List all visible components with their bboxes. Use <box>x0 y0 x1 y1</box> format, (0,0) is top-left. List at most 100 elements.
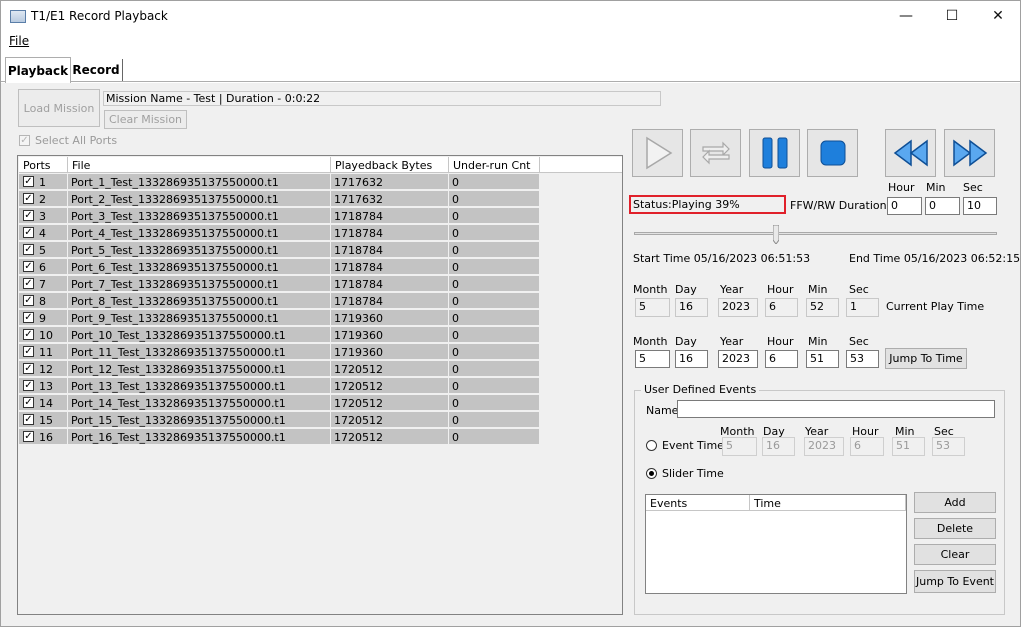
jump-sec-input[interactable]: 53 <box>846 350 879 368</box>
port-checkbox[interactable]: ✓ <box>23 261 34 272</box>
tab-record[interactable]: Record <box>70 59 123 81</box>
jump-hour-input[interactable]: 6 <box>765 350 798 368</box>
events-list[interactable]: Events Time <box>645 494 907 594</box>
port-number: 4 <box>39 227 46 240</box>
file-cell: Port_5_Test_133286935137550000.t1 <box>68 242 331 258</box>
bytes-cell: 1720512 <box>331 429 449 445</box>
table-row[interactable]: ✓ 13 Port_13_Test_133286935137550000.t1 172… <box>19 378 540 395</box>
event-time-radio[interactable] <box>646 440 657 451</box>
port-checkbox[interactable]: ✓ <box>23 244 34 255</box>
port-checkbox[interactable]: ✓ <box>23 193 34 204</box>
playback-slider-thumb[interactable] <box>772 224 780 245</box>
jump-month-input[interactable]: 5 <box>635 350 670 368</box>
jump-to-event-button[interactable]: Jump To Event <box>914 570 996 593</box>
rewind-button[interactable] <box>885 129 936 177</box>
table-row[interactable]: ✓ 6 Port_6_Test_133286935137550000.t1 17187… <box>19 259 540 276</box>
underrun-cell: 0 <box>449 191 540 207</box>
port-number: 12 <box>39 363 53 376</box>
table-row[interactable]: ✓ 10 Port_10_Test_133286935137550000.t1 171… <box>19 327 540 344</box>
column-header-file[interactable]: File <box>68 157 331 173</box>
ffw-min-input[interactable]: 0 <box>925 197 960 215</box>
jump-year-input[interactable]: 2023 <box>718 350 758 368</box>
port-cell: ✓ 15 <box>19 412 68 428</box>
table-row[interactable]: ✓ 12 Port_12_Test_133286935137550000.t1 172… <box>19 361 540 378</box>
ffw-sec-input[interactable]: 10 <box>963 197 997 215</box>
table-row[interactable]: ✓ 1 Port_1_Test_133286935137550000.t1 17176… <box>19 174 540 191</box>
fast-forward-button[interactable] <box>944 129 995 177</box>
clear-events-button[interactable]: Clear <box>914 544 996 565</box>
bytes-cell: 1720512 <box>331 361 449 377</box>
mission-info: Mission Name - Test | Duration - 0:0:22 <box>103 91 661 106</box>
close-button[interactable]: ✕ <box>975 1 1021 31</box>
file-cell: Port_11_Test_133286935137550000.t1 <box>68 344 331 360</box>
jump-min-input[interactable]: 51 <box>806 350 839 368</box>
stop-icon <box>820 140 845 166</box>
playback-slider-track[interactable] <box>634 232 997 235</box>
event-name-input[interactable] <box>677 400 995 418</box>
port-checkbox[interactable]: ✓ <box>23 176 34 187</box>
loop-button[interactable] <box>690 129 741 177</box>
jump-day-input[interactable]: 16 <box>675 350 708 368</box>
loop-icon <box>701 141 730 165</box>
table-row[interactable]: ✓ 14 Port_14_Test_133286935137550000.t1 172… <box>19 395 540 412</box>
port-checkbox[interactable]: ✓ <box>23 346 34 357</box>
events-column-header[interactable]: Events <box>646 495 750 511</box>
port-checkbox[interactable]: ✓ <box>23 227 34 238</box>
table-row[interactable]: ✓ 15 Port_15_Test_133286935137550000.t1 172… <box>19 412 540 429</box>
port-checkbox[interactable]: ✓ <box>23 380 34 391</box>
port-cell: ✓ 3 <box>19 208 68 224</box>
port-cell: ✓ 16 <box>19 429 68 445</box>
ffw-min-header: Min <box>926 181 946 194</box>
table-row[interactable]: ✓ 8 Port_8_Test_133286935137550000.t1 17187… <box>19 293 540 310</box>
port-checkbox[interactable]: ✓ <box>23 397 34 408</box>
port-cell: ✓ 5 <box>19 242 68 258</box>
port-number: 16 <box>39 431 53 444</box>
port-checkbox[interactable]: ✓ <box>23 414 34 425</box>
table-row[interactable]: ✓ 7 Port_7_Test_133286935137550000.t1 17187… <box>19 276 540 293</box>
file-cell: Port_12_Test_133286935137550000.t1 <box>68 361 331 377</box>
clear-mission-button[interactable]: Clear Mission <box>104 110 187 129</box>
port-checkbox[interactable]: ✓ <box>23 431 34 442</box>
ffw-hour-input[interactable]: 0 <box>887 197 922 215</box>
port-checkbox[interactable]: ✓ <box>23 329 34 340</box>
table-row[interactable]: ✓ 2 Port_2_Test_133286935137550000.t1 17176… <box>19 191 540 208</box>
port-checkbox[interactable]: ✓ <box>23 278 34 289</box>
table-row[interactable]: ✓ 9 Port_9_Test_133286935137550000.t1 17193… <box>19 310 540 327</box>
bytes-cell: 1719360 <box>331 327 449 343</box>
ev-min-input[interactable]: 51 <box>892 437 925 456</box>
delete-event-button[interactable]: Delete <box>914 518 996 539</box>
menu-file[interactable]: File <box>9 34 29 48</box>
time-column-header[interactable]: Time <box>750 495 906 511</box>
add-event-button[interactable]: Add <box>914 492 996 513</box>
slider-time-radio[interactable] <box>646 468 657 479</box>
column-header-playedback-bytes[interactable]: Playedback Bytes <box>331 157 449 173</box>
play-icon <box>645 136 672 170</box>
jump-month-header: Month <box>633 335 668 348</box>
table-row[interactable]: ✓ 16 Port_16_Test_133286935137550000.t1 172… <box>19 429 540 446</box>
table-row[interactable]: ✓ 4 Port_4_Test_133286935137550000.t1 17187… <box>19 225 540 242</box>
load-mission-button[interactable]: Load Mission <box>18 89 100 127</box>
jump-to-time-button[interactable]: Jump To Time <box>885 348 967 369</box>
ev-day-input[interactable]: 16 <box>762 437 795 456</box>
table-row[interactable]: ✓ 11 Port_11_Test_133286935137550000.t1 171… <box>19 344 540 361</box>
jump-hour-header: Hour <box>767 335 794 348</box>
select-all-ports-checkbox[interactable]: ✓ <box>19 135 30 146</box>
port-checkbox[interactable]: ✓ <box>23 363 34 374</box>
minimize-button[interactable]: — <box>883 1 929 31</box>
tab-playback[interactable]: Playback <box>5 57 71 83</box>
ev-sec-input[interactable]: 53 <box>932 437 965 456</box>
port-checkbox[interactable]: ✓ <box>23 295 34 306</box>
ev-month-input[interactable]: 5 <box>722 437 757 456</box>
column-header-underrun-cnt[interactable]: Under-run Cnt <box>449 157 540 173</box>
pause-button[interactable] <box>749 129 800 177</box>
column-header-ports[interactable]: Ports <box>19 157 68 173</box>
ev-year-input[interactable]: 2023 <box>804 437 844 456</box>
port-checkbox[interactable]: ✓ <box>23 312 34 323</box>
port-checkbox[interactable]: ✓ <box>23 210 34 221</box>
play-button[interactable] <box>632 129 683 177</box>
maximize-button[interactable]: ☐ <box>929 1 975 31</box>
table-row[interactable]: ✓ 3 Port_3_Test_133286935137550000.t1 17187… <box>19 208 540 225</box>
stop-button[interactable] <box>807 129 858 177</box>
table-row[interactable]: ✓ 5 Port_5_Test_133286935137550000.t1 17187… <box>19 242 540 259</box>
ev-hour-input[interactable]: 6 <box>850 437 884 456</box>
